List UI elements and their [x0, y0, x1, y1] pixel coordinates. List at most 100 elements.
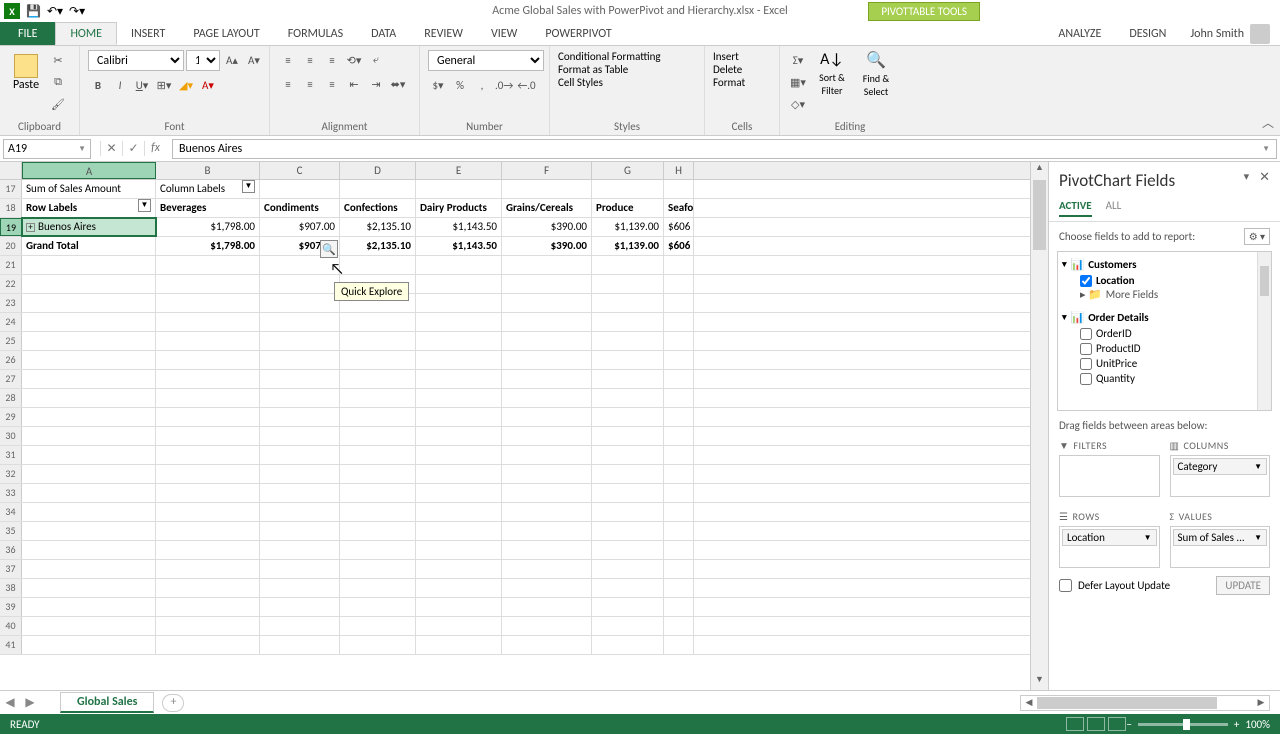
- cell[interactable]: [156, 332, 260, 350]
- column-header-H[interactable]: H: [664, 162, 694, 179]
- cell[interactable]: $606: [664, 218, 694, 236]
- cell[interactable]: [502, 636, 592, 654]
- cell[interactable]: [592, 598, 664, 616]
- cell[interactable]: [416, 617, 502, 635]
- cell[interactable]: [340, 446, 416, 464]
- scroll-thumb[interactable]: [1033, 180, 1046, 250]
- cell[interactable]: $390.00: [502, 237, 592, 255]
- area-columns[interactable]: Category▼: [1170, 455, 1271, 497]
- cell[interactable]: [340, 351, 416, 369]
- formula-input[interactable]: Buenos Aires ▼: [172, 139, 1277, 159]
- find-select-button[interactable]: Find & Select: [856, 72, 896, 98]
- chevron-down-icon[interactable]: ▼: [78, 144, 86, 154]
- format-painter-icon[interactable]: 🖌: [48, 94, 68, 114]
- field-orderid[interactable]: OrderID: [1062, 326, 1267, 341]
- cell[interactable]: [416, 636, 502, 654]
- cell[interactable]: [664, 579, 694, 597]
- cell[interactable]: [260, 522, 340, 540]
- cell[interactable]: [664, 389, 694, 407]
- area-values[interactable]: Sum of Sales ...▼: [1170, 526, 1271, 568]
- cell[interactable]: [664, 408, 694, 426]
- table-order-details[interactable]: 📊Order Details: [1062, 309, 1267, 326]
- cell[interactable]: [664, 332, 694, 350]
- cell[interactable]: [664, 313, 694, 331]
- format-cells-button[interactable]: Format: [713, 76, 745, 89]
- column-header-A[interactable]: A: [22, 162, 156, 179]
- cell[interactable]: [664, 541, 694, 559]
- cell[interactable]: [340, 313, 416, 331]
- tab-powerpivot[interactable]: POWERPIVOT: [531, 22, 625, 45]
- cell[interactable]: [260, 579, 340, 597]
- orientation-icon[interactable]: ⟲▾: [344, 50, 364, 70]
- cell[interactable]: [22, 256, 156, 274]
- decrease-decimal-icon[interactable]: ←.0: [516, 75, 536, 95]
- row-header[interactable]: 40: [0, 617, 22, 635]
- row-header[interactable]: 31: [0, 446, 22, 464]
- cell[interactable]: [22, 522, 156, 540]
- wrap-text-icon[interactable]: ⤶: [366, 50, 386, 70]
- row-header[interactable]: 39: [0, 598, 22, 616]
- cell[interactable]: [502, 617, 592, 635]
- cell[interactable]: [664, 560, 694, 578]
- insert-cells-button[interactable]: Insert: [713, 50, 739, 63]
- cell-styles-button[interactable]: Cell Styles: [558, 76, 603, 89]
- cell[interactable]: [22, 275, 156, 293]
- cell[interactable]: [502, 484, 592, 502]
- cell[interactable]: [502, 446, 592, 464]
- normal-view-icon[interactable]: [1066, 717, 1084, 731]
- cell[interactable]: [156, 560, 260, 578]
- cell[interactable]: [340, 541, 416, 559]
- cell[interactable]: [260, 180, 340, 198]
- row-header[interactable]: 28: [0, 389, 22, 407]
- cell[interactable]: [592, 617, 664, 635]
- cell[interactable]: [156, 313, 260, 331]
- cell[interactable]: Grains/Cereals: [502, 199, 592, 217]
- sheet-tab-global-sales[interactable]: Global Sales: [60, 692, 154, 713]
- tab-insert[interactable]: INSERT: [117, 22, 179, 45]
- cell[interactable]: [416, 294, 502, 312]
- horizontal-scrollbar[interactable]: ◀ ▶: [1020, 695, 1270, 711]
- cell[interactable]: [592, 560, 664, 578]
- row-header[interactable]: 26: [0, 351, 22, 369]
- fill-color-button[interactable]: ◢▾: [176, 75, 196, 95]
- cell[interactable]: $1,143.50: [416, 237, 502, 255]
- cell[interactable]: [416, 370, 502, 388]
- cell[interactable]: +Buenos Aires: [22, 218, 156, 236]
- cell[interactable]: $2,135.10: [340, 237, 416, 255]
- save-icon[interactable]: 💾: [26, 4, 41, 19]
- font-name-select[interactable]: Calibri: [88, 50, 184, 71]
- align-top-icon[interactable]: ≡: [278, 50, 298, 70]
- row-header[interactable]: 38: [0, 579, 22, 597]
- row-header[interactable]: 32: [0, 465, 22, 483]
- cell[interactable]: [156, 427, 260, 445]
- cell[interactable]: [340, 636, 416, 654]
- cell[interactable]: [502, 541, 592, 559]
- collapse-ribbon-icon[interactable]: ︿: [1262, 114, 1274, 131]
- field-list-settings-icon[interactable]: ⚙ ▾: [1244, 228, 1270, 245]
- cell[interactable]: [592, 465, 664, 483]
- font-size-select[interactable]: 11: [186, 50, 220, 71]
- field-unitprice[interactable]: UnitPrice: [1062, 356, 1267, 371]
- decrease-font-icon[interactable]: A▾: [244, 51, 264, 71]
- column-header-B[interactable]: B: [156, 162, 260, 179]
- cell[interactable]: [22, 579, 156, 597]
- field-quantity[interactable]: Quantity: [1062, 371, 1267, 386]
- cell[interactable]: $1,139.00: [592, 237, 664, 255]
- cell[interactable]: [592, 427, 664, 445]
- cell[interactable]: [502, 503, 592, 521]
- cell[interactable]: [502, 465, 592, 483]
- cell[interactable]: [22, 541, 156, 559]
- cell[interactable]: [502, 275, 592, 293]
- select-all-cells[interactable]: [0, 162, 22, 179]
- cell[interactable]: [340, 598, 416, 616]
- cell[interactable]: $1,143.50: [416, 218, 502, 236]
- cell[interactable]: [22, 351, 156, 369]
- row-header[interactable]: 20: [0, 237, 22, 255]
- cell[interactable]: [156, 522, 260, 540]
- cell[interactable]: [592, 522, 664, 540]
- zoom-in-icon[interactable]: +: [1234, 718, 1239, 731]
- cell[interactable]: [664, 427, 694, 445]
- font-color-button[interactable]: A▾: [198, 75, 218, 95]
- align-left-icon[interactable]: ≡: [278, 74, 298, 94]
- align-center-icon[interactable]: ≡: [300, 74, 320, 94]
